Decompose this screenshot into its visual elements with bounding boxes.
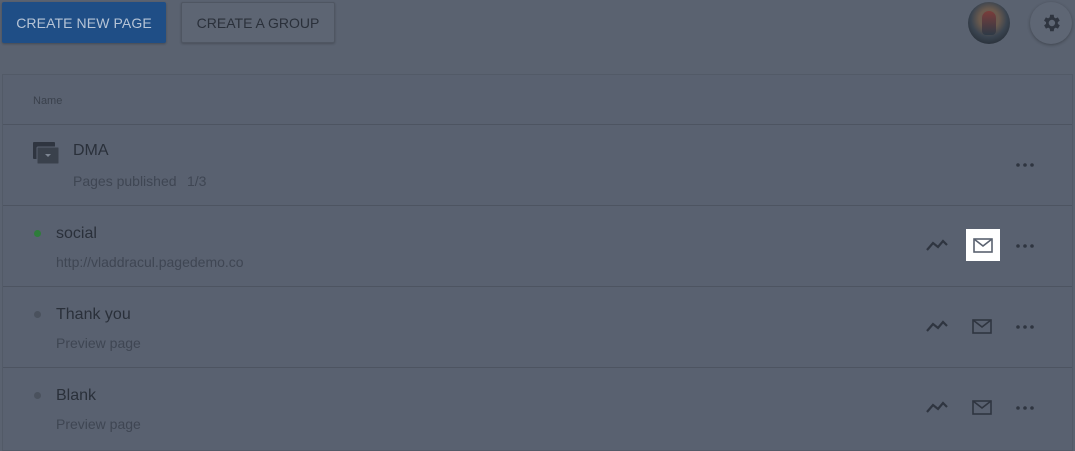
top-toolbar: CREATE NEW PAGE CREATE A GROUP: [0, 0, 1075, 50]
page-title[interactable]: Blank: [56, 387, 96, 405]
column-header-name[interactable]: Name: [33, 95, 62, 107]
more-dots-icon: [1016, 163, 1034, 167]
group-title[interactable]: DMA: [73, 142, 109, 160]
status-dot: [34, 230, 41, 237]
analytics-button[interactable]: [924, 317, 950, 335]
mail-icon: [973, 237, 993, 253]
table-header: Name: [3, 75, 1072, 125]
mail-icon: [972, 399, 992, 415]
group-published-label: Pages published: [73, 173, 177, 189]
avatar-image: [982, 11, 996, 35]
pages-table: Name DMA Pages published 1/3 social http…: [2, 74, 1073, 451]
preview-page-link[interactable]: Preview page: [56, 416, 141, 432]
trend-line-icon: [926, 401, 948, 413]
more-dots-icon: [1016, 406, 1034, 410]
page-title[interactable]: Thank you: [56, 306, 131, 324]
mail-button[interactable]: [966, 229, 1000, 261]
page-row-blank[interactable]: Blank Preview page: [3, 368, 1072, 449]
more-dots-icon: [1016, 325, 1034, 329]
mail-icon: [972, 318, 992, 334]
page-row-thank-you[interactable]: Thank you Preview page: [3, 287, 1072, 368]
group-published-count: 1/3: [187, 173, 207, 189]
page-more-button[interactable]: [1013, 238, 1037, 254]
analytics-button[interactable]: [924, 398, 950, 416]
more-dots-icon: [1016, 244, 1034, 248]
page-more-button[interactable]: [1013, 400, 1037, 416]
status-dot: [34, 311, 41, 318]
create-new-page-button[interactable]: CREATE NEW PAGE: [2, 2, 166, 43]
group-row[interactable]: DMA Pages published 1/3: [3, 125, 1072, 206]
mail-button[interactable]: [969, 398, 995, 416]
mail-button[interactable]: [969, 317, 995, 335]
folder-icon: [33, 142, 59, 164]
status-dot: [34, 392, 41, 399]
page-url[interactable]: http://vladdracul.pagedemo.co: [56, 254, 244, 270]
gear-icon: [1044, 14, 1060, 32]
page-more-button[interactable]: [1013, 319, 1037, 335]
settings-button[interactable]: [1030, 2, 1072, 44]
page-title[interactable]: social: [56, 225, 97, 243]
trend-line-icon: [926, 320, 948, 332]
analytics-button[interactable]: [924, 236, 950, 254]
create-group-button[interactable]: CREATE A GROUP: [181, 2, 335, 43]
preview-page-link[interactable]: Preview page: [56, 335, 141, 351]
avatar[interactable]: [968, 2, 1010, 44]
page-row-social[interactable]: social http://vladdracul.pagedemo.co: [3, 206, 1072, 287]
group-more-button[interactable]: [1013, 157, 1037, 173]
trend-line-icon: [926, 239, 948, 251]
